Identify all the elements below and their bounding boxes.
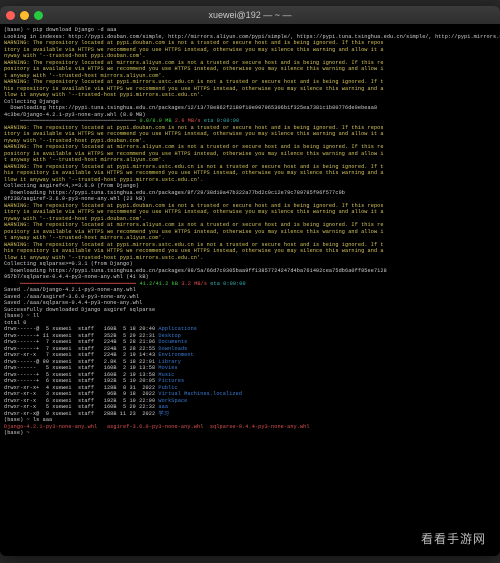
download-line: 4c3be/Django-4.2.1-py3-none-any.whl (8.0…	[4, 112, 146, 118]
collecting: Collecting sqlparse>=0.3.1 (from Django)	[4, 261, 133, 267]
saved-line: Saved ./aaa/sqlparse-0.4.4-py3-none-any.…	[4, 300, 142, 306]
warning-line: itory is available via HTTPS we recommen…	[4, 209, 384, 215]
close-icon[interactable]	[6, 11, 15, 20]
collecting: Collecting Django	[4, 99, 59, 105]
download-line: 957b7/sqlparse-0.4.4-py3-none-any.whl (4…	[4, 274, 149, 280]
window-title: xuewei@192 — ~ —	[0, 10, 500, 20]
warning-line: WARNING: The repository located at pypi.…	[4, 242, 384, 248]
warning-line: pository is available via HTTPS we recom…	[4, 229, 384, 235]
prompt: (base) ~ ll	[4, 313, 39, 319]
minimize-icon[interactable]	[20, 11, 29, 20]
progress-speed: 3.2 MB/s	[181, 281, 207, 287]
warning-line: llow it anyway with '--trusted-host pypi…	[4, 255, 203, 261]
warning-line: WARNING: The repository located at mirro…	[4, 144, 384, 150]
titlebar[interactable]: xuewei@192 — ~ —	[0, 6, 500, 24]
warning-line: nyway with '--trusted-host pypi.douban.c…	[4, 216, 146, 222]
looking-line: Looking in indexes: http://pypi.douban.c…	[4, 34, 500, 40]
warning-line: his repository is available via HTTPS we…	[4, 170, 384, 176]
warning-line: nyway with '--trusted-host pypi.douban.c…	[4, 53, 146, 59]
warning-line: pository is available via HTTPS we recom…	[4, 151, 384, 157]
warning-line: WARNING: The repository located at mirro…	[4, 222, 384, 228]
prompt: (base) ~ ls aaa	[4, 417, 52, 423]
warning-line: WARNING: The repository located at pypi.…	[4, 79, 384, 85]
warning-line: his repository is available via HTTPS we…	[4, 248, 384, 254]
warning-line: WARNING: The repository located at pypi.…	[4, 125, 384, 131]
success-line: Successfully downloaded Django asgiref s…	[4, 307, 155, 313]
download-line: 8f238/asgiref-3.6.0-py3-none-any.whl (23…	[4, 196, 146, 202]
terminal-body[interactable]: (base) ~ pip download Django -d aaa Look…	[0, 24, 500, 556]
progress-ratio: 41.2/41.2 kB	[140, 281, 179, 287]
prompt: (base) ~	[4, 430, 33, 436]
warning-line: llow it anyway with '--trusted-host pypi…	[4, 92, 203, 98]
warning-line: itory is available via HTTPS we recommen…	[4, 131, 384, 137]
prompt: (base) ~	[4, 27, 33, 33]
warning-line: llow it anyway with '--trusted-host pypi…	[4, 177, 203, 183]
warning-line: WARNING: The repository located at pypi.…	[4, 203, 384, 209]
command: pip download Django -d aaa	[33, 27, 117, 33]
warning-line: t anyway with '--trusted-host mirrors.al…	[4, 157, 165, 163]
warning-line: itory is available via HTTPS we recommen…	[4, 47, 384, 53]
traffic-lights	[6, 11, 43, 20]
progress-ratio: 0.0/8.0 MB	[140, 118, 172, 124]
warning-line: pository is available via HTTPS we recom…	[4, 66, 384, 72]
terminal-window: xuewei@192 — ~ — (base) ~ pip download D…	[0, 6, 500, 556]
warning-line: his repository is available via HTTPS we…	[4, 86, 384, 92]
saved-line: Saved ./aaa/asgiref-3.6.0-py3-none-any.w…	[4, 294, 139, 300]
warning-line: WARNING: The repository located at pypi.…	[4, 40, 384, 46]
ls-aaa-output: Django-4.2.1-py3-none-any.whl asgiref-3.…	[4, 424, 310, 430]
total-line: total 0	[4, 320, 27, 326]
progress-eta: eta 0:00:00	[204, 118, 239, 124]
warning-line: t anyway with '--trusted-host mirrors.al…	[4, 73, 165, 79]
warning-line: t anyway with '--trusted-host mirrors.al…	[4, 235, 165, 241]
zoom-icon[interactable]	[34, 11, 43, 20]
download-line: Downloading https://pypi.tuna.tsinghua.e…	[4, 268, 387, 274]
warning-line: WARNING: The repository located at pypi.…	[4, 164, 384, 170]
progress-eta: eta 0:00:00	[210, 281, 245, 287]
progress-speed: 2.9 MB/s	[175, 118, 201, 124]
warning-line: WARNING: The repository located at mirro…	[4, 60, 384, 66]
warning-line: nyway with '--trusted-host pypi.douban.c…	[4, 138, 146, 144]
download-line: Downloading https://pypi.tuna.tsinghua.e…	[4, 105, 377, 111]
ls-output: drwx------@ 5 xuewei staff 160B 5 18 20:…	[4, 326, 496, 417]
saved-line: Saved ./aaa/Django-4.2.1-py3-none-any.wh…	[4, 287, 136, 293]
collecting: Collecting asgiref<4,>=3.6.0 (from Djang…	[4, 183, 139, 189]
download-line: Downloading https://pypi.tuna.tsinghua.e…	[4, 190, 345, 196]
